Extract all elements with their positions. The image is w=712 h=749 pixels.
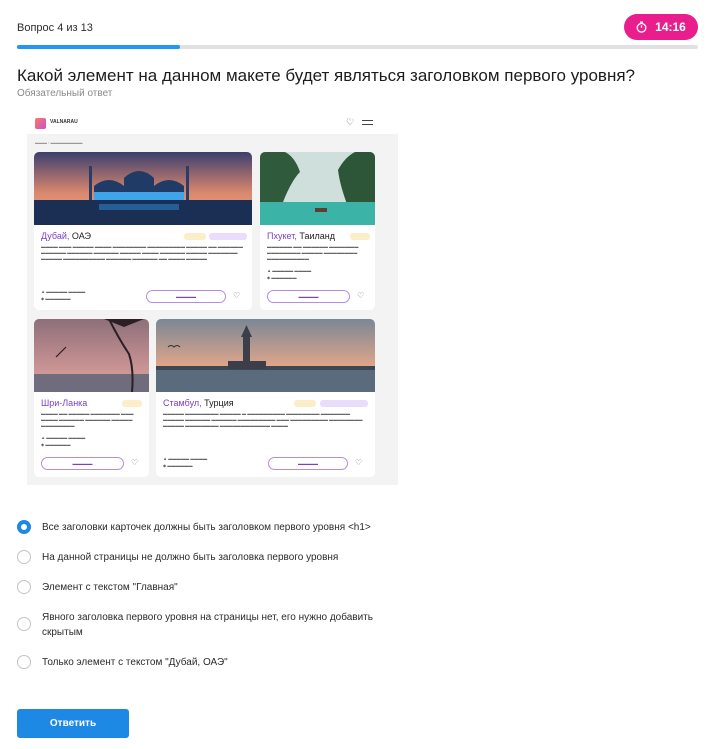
- required-note: Обязательный ответ: [17, 88, 113, 99]
- card-more-button: ▬▬▬▬▬: [268, 457, 348, 470]
- card-badge: [320, 400, 368, 407]
- card-title-dubai-city: Дубай,: [41, 231, 70, 241]
- card-badge: [122, 400, 142, 407]
- answer-label: Все заголовки карточек должны быть загол…: [42, 522, 371, 533]
- question-title: Какой элемент на данном макете будет явл…: [17, 66, 636, 85]
- card-badge: [294, 400, 316, 407]
- card-fav-icon: ♡: [233, 291, 241, 300]
- answer-option-3[interactable]: Элемент с текстом "Главная": [17, 580, 402, 595]
- card-fav-icon: ♡: [357, 291, 365, 300]
- card-more-button: ▬▬▬▬▬: [146, 290, 226, 303]
- mockup-logo-icon: [35, 118, 46, 129]
- card-badge: [209, 233, 247, 240]
- card-description: ▬▬▬▬ ▬▬▬ ▬▬▬▬▬ ▬▬▬▬ ▬▬▬▬▬▬▬▬ ▬▬▬▬▬▬▬▬▬ ▬…: [41, 244, 243, 261]
- mockup-menu-icon: [362, 120, 373, 125]
- card-title-istanbul-country: Турция: [204, 398, 234, 408]
- stopwatch-icon: [636, 21, 647, 33]
- mockup-card-dubai: Дубай, ОАЭ ▬▬▬▬ ▬▬▬ ▬▬▬▬▬ ▬▬▬▬ ▬▬▬▬▬▬▬▬ …: [34, 152, 252, 310]
- radio-button[interactable]: [17, 617, 31, 631]
- card-badge: [350, 233, 370, 240]
- card-title-phuket-country: Таиланд: [299, 231, 335, 241]
- timer-badge: 14:16: [624, 14, 698, 40]
- answer-option-5[interactable]: Только элемент с текстом "Дубай, ОАЭ": [17, 655, 402, 670]
- answer-option-1[interactable]: Все заголовки карточек должны быть загол…: [17, 520, 402, 535]
- question-counter: Вопрос 4 из 13: [17, 22, 93, 34]
- mockup-logo-text: VALNARAU: [50, 119, 78, 125]
- progress-bar: [17, 45, 698, 49]
- card-fav-icon: ♡: [355, 458, 363, 467]
- card-badge: [184, 233, 206, 240]
- card-title-istanbul-city: Стамбул,: [163, 398, 202, 408]
- answer-option-4[interactable]: Явного заголовка первого уровня на стран…: [17, 610, 402, 640]
- card-title-phuket-city: Пхукет,: [267, 231, 297, 241]
- mockup-header: VALNARAU ♡: [27, 112, 398, 134]
- mockup-image: VALNARAU ♡ ▬▬▬ › ▬▬▬▬▬▬▬▬ Дубай, ОАЭ ▬▬▬…: [27, 112, 398, 485]
- card-meta: ▲ ▬▬▬▬▬ ▬▬▬▬ ◆ ▬▬▬▬▬▬: [41, 435, 86, 447]
- card-fav-icon: ♡: [131, 458, 139, 467]
- answer-label: Только элемент с текстом "Дубай, ОАЭ": [42, 657, 228, 668]
- srilanka-photo: [34, 319, 149, 393]
- phuket-photo: [260, 152, 375, 225]
- radio-button-checked[interactable]: [17, 520, 31, 534]
- mockup-heart-icon: ♡: [346, 117, 355, 127]
- card-description: ▬▬▬▬▬▬ ▬▬ ▬▬▬▬▬▬ ▬▬▬▬▬▬▬ ▬▬▬▬▬▬▬▬ ▬▬▬▬▬ …: [267, 244, 359, 261]
- card-meta: ▲ ▬▬▬▬▬ ▬▬▬▬ ◆ ▬▬▬▬▬▬: [267, 268, 312, 280]
- submit-answer-button[interactable]: Ответить: [17, 709, 129, 738]
- timer-value: 14:16: [655, 20, 686, 34]
- card-meta: ▲ ▬▬▬▬▬ ▬▬▬▬ ◆ ▬▬▬▬▬▬: [163, 456, 208, 468]
- mockup-card-istanbul: Стамбул, Турция ▬▬▬▬▬ ▬▬▬▬▬▬▬▬ ▬▬▬▬▬ ▬ ▬…: [156, 319, 375, 477]
- istanbul-photo: [156, 319, 375, 392]
- answer-label: Явного заголовка первого уровня на стран…: [42, 612, 373, 638]
- answer-option-2[interactable]: На данной страницы не должно быть заголо…: [17, 550, 402, 565]
- card-description: ▬▬▬▬▬ ▬▬▬▬▬▬▬▬ ▬▬▬▬▬ ▬ ▬▬▬▬▬▬▬▬▬ ▬▬▬▬▬▬▬…: [163, 411, 363, 428]
- progress-fill: [17, 45, 181, 49]
- card-title-dubai-country: ОАЭ: [71, 231, 91, 241]
- card-meta: ▲ ▬▬▬▬▬ ▬▬▬▬ ◆ ▬▬▬▬▬▬: [41, 289, 86, 301]
- answer-label: Элемент с текстом "Главная": [42, 582, 178, 593]
- mockup-breadcrumb: ▬▬▬ › ▬▬▬▬▬▬▬▬: [35, 140, 83, 145]
- card-more-button: ▬▬▬▬▬: [267, 290, 350, 303]
- card-more-button: ▬▬▬▬▬: [41, 457, 124, 470]
- card-description: ▬▬▬▬ ▬▬ ▬▬▬▬▬ ▬▬▬▬▬▬▬ ▬▬▬ ▬▬▬▬ ▬▬▬▬▬▬ ▬▬…: [41, 411, 134, 428]
- mockup-card-srilanka: Шри-Ланка ▬▬▬▬ ▬▬ ▬▬▬▬▬ ▬▬▬▬▬▬▬ ▬▬▬ ▬▬▬▬…: [34, 319, 149, 477]
- card-title-srilanka-city: Шри-Ланка: [41, 398, 88, 408]
- dubai-photo: [34, 152, 252, 225]
- radio-button[interactable]: [17, 550, 31, 564]
- radio-button[interactable]: [17, 580, 31, 594]
- answer-label: На данной страницы не должно быть заголо…: [42, 552, 339, 563]
- mockup-card-phuket: Пхукет, Таиланд ▬▬▬▬▬▬ ▬▬ ▬▬▬▬▬▬ ▬▬▬▬▬▬▬…: [260, 152, 375, 310]
- radio-button[interactable]: [17, 655, 31, 669]
